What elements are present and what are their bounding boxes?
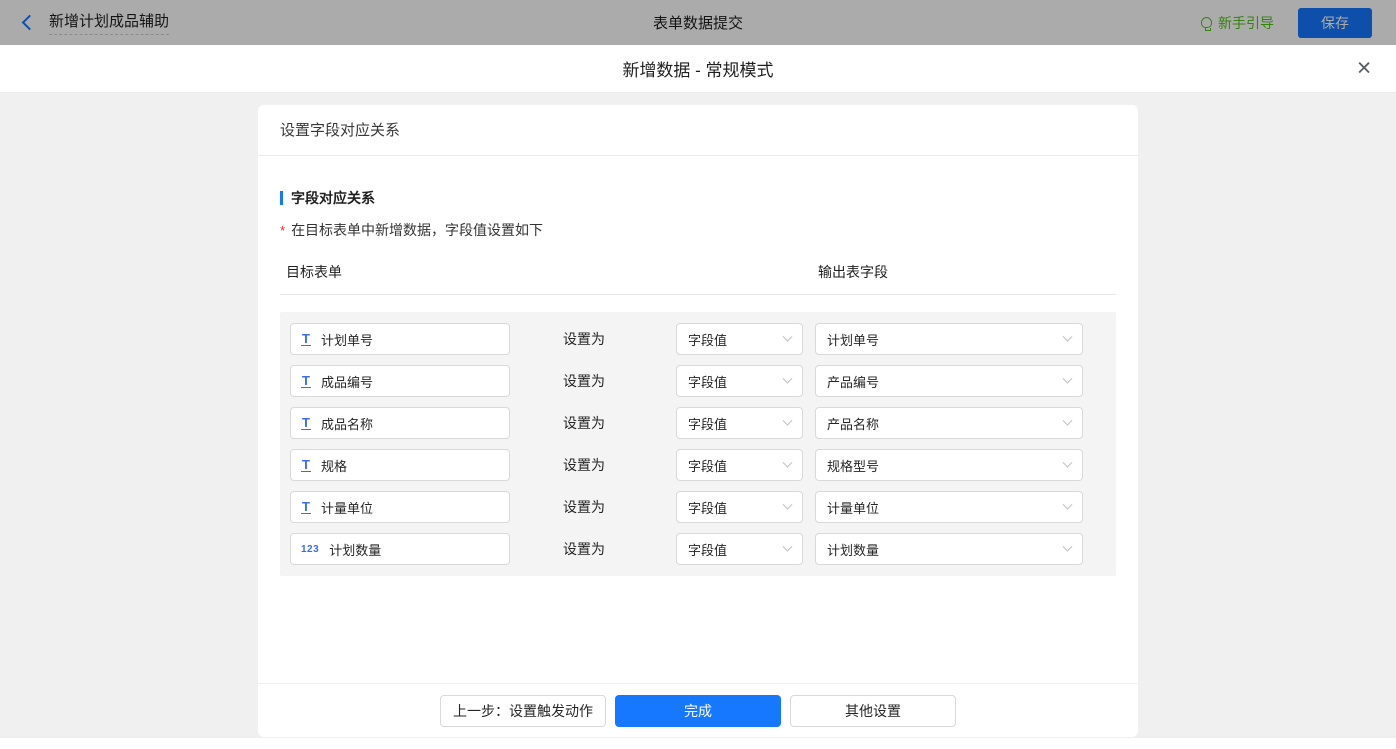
mapping-row: T 规格 设置为 字段值 规格型号: [290, 449, 1116, 481]
close-icon[interactable]: ✕: [1356, 59, 1372, 78]
chevron-down-icon: [783, 499, 793, 509]
target-field-box[interactable]: T 计量单位: [290, 491, 510, 523]
output-field-select[interactable]: 规格型号: [815, 449, 1083, 481]
output-field-select-value: 计量单位: [827, 498, 1064, 517]
number-field-icon: 123: [301, 544, 319, 555]
column-output-fields: 输出表字段: [818, 262, 888, 282]
value-mode-select-value: 字段值: [688, 414, 784, 433]
card-footer: 上一步：设置触发动作 完成 其他设置: [258, 683, 1138, 737]
target-field-box[interactable]: T 成品名称: [290, 407, 510, 439]
mapping-row: T 计量单位 设置为 字段值 计量单位: [290, 491, 1116, 523]
value-mode-select[interactable]: 字段值: [676, 365, 803, 397]
value-mode-select-value: 字段值: [688, 456, 784, 475]
text-field-icon: T: [301, 459, 311, 472]
chevron-down-icon: [783, 373, 793, 383]
mapping-row: T 成品名称 设置为 字段值 产品名称: [290, 407, 1116, 439]
set-as-label: 设置为: [563, 413, 613, 433]
value-mode-select-value: 字段值: [688, 498, 784, 517]
text-field-icon: T: [301, 501, 311, 514]
dialog-title: 新增数据 - 常规模式: [622, 56, 773, 81]
target-field-box[interactable]: 123 计划数量: [290, 533, 510, 565]
bottom-strip: [0, 738, 1396, 749]
required-note-text: 在目标表单中新增数据，字段值设置如下: [291, 222, 543, 238]
target-field-label: 计划数量: [329, 540, 381, 559]
save-button[interactable]: 保存: [1298, 8, 1372, 38]
other-settings-button[interactable]: 其他设置: [790, 695, 956, 727]
value-mode-select[interactable]: 字段值: [676, 407, 803, 439]
chevron-down-icon: [783, 541, 793, 551]
text-field-icon: T: [301, 417, 311, 430]
prev-step-button[interactable]: 上一步：设置触发动作: [440, 695, 606, 727]
mapping-panel: T计划单号设置为字段值计划单号T成品编号设置为字段值产品编号T成品名称设置为字段…: [280, 312, 1116, 576]
target-field-box[interactable]: T 成品编号: [290, 365, 510, 397]
column-target-form: 目标表单: [286, 262, 818, 282]
chevron-down-icon: [1063, 331, 1073, 341]
dialog-body: 设置字段对应关系 字段对应关系 * 在目标表单中新增数据，字段值设置如下 目标表单…: [0, 93, 1396, 738]
card-content: 字段对应关系 *在目标表单中新增数据，字段值设置如下 目标表单 输出表字段 T计…: [258, 156, 1138, 683]
output-field-select[interactable]: 计量单位: [815, 491, 1083, 523]
target-field-box[interactable]: T 规格: [290, 449, 510, 481]
target-field-label: 成品编号: [321, 372, 373, 391]
mapping-row: T 计划单号 设置为 字段值 计划单号: [290, 323, 1116, 355]
output-field-select[interactable]: 产品编号: [815, 365, 1083, 397]
set-as-label: 设置为: [563, 497, 613, 517]
chevron-down-icon: [1063, 457, 1073, 467]
output-field-select[interactable]: 计划单号: [815, 323, 1083, 355]
page-title: 表单数据提交: [0, 12, 1396, 33]
target-field-box[interactable]: T 计划单号: [290, 323, 510, 355]
target-field-label: 计量单位: [321, 498, 373, 517]
required-note: * 在目标表单中新增数据，字段值设置如下: [280, 220, 1116, 240]
section-title: 字段对应关系: [280, 188, 1116, 208]
lightbulb-icon: [1201, 17, 1212, 28]
output-field-select-value: 计划单号: [827, 330, 1064, 349]
output-field-select-value: 产品名称: [827, 414, 1064, 433]
value-mode-select-value: 字段值: [688, 540, 784, 559]
chevron-down-icon: [783, 331, 793, 341]
output-field-select-value: 规格型号: [827, 456, 1064, 475]
output-field-select[interactable]: 计划数量: [815, 533, 1083, 565]
value-mode-select[interactable]: 字段值: [676, 491, 803, 523]
beginner-guide-link[interactable]: 新手引导: [1201, 13, 1274, 33]
value-mode-select-value: 字段值: [688, 330, 784, 349]
dialog-header: 新增数据 - 常规模式 ✕: [0, 45, 1396, 93]
set-as-label: 设置为: [563, 455, 613, 475]
set-as-label: 设置为: [563, 371, 613, 391]
set-as-label: 设置为: [563, 539, 613, 559]
chevron-down-icon: [783, 457, 793, 467]
required-asterisk: *: [280, 223, 285, 238]
target-field-label: 规格: [321, 456, 347, 475]
value-mode-select[interactable]: 字段值: [676, 449, 803, 481]
value-mode-select[interactable]: 字段值: [676, 323, 803, 355]
topbar: 新增计划成品辅助 表单数据提交 新手引导 保存: [0, 0, 1396, 45]
text-field-icon: T: [301, 333, 311, 346]
card-header: 设置字段对应关系: [258, 105, 1138, 156]
mapping-row: 123 计划数量 设置为 字段值 计划数量: [290, 533, 1116, 565]
value-mode-select[interactable]: 字段值: [676, 533, 803, 565]
chevron-down-icon: [1063, 499, 1073, 509]
output-field-select-value: 计划数量: [827, 540, 1064, 559]
target-field-label: 成品名称: [321, 414, 373, 433]
chevron-down-icon: [1063, 373, 1073, 383]
chevron-down-icon: [1063, 415, 1073, 425]
output-field-select[interactable]: 产品名称: [815, 407, 1083, 439]
guide-label: 新手引导: [1218, 13, 1274, 33]
mapping-row: T 成品编号 设置为 字段值 产品编号: [290, 365, 1116, 397]
target-field-label: 计划单号: [321, 330, 373, 349]
section-title-label: 字段对应关系: [291, 188, 375, 208]
chevron-down-icon: [1063, 541, 1073, 551]
column-headers: 目标表单 输出表字段: [280, 262, 1116, 295]
text-field-icon: T: [301, 375, 311, 388]
field-mapping-card: 设置字段对应关系 字段对应关系 * 在目标表单中新增数据，字段值设置如下 目标表单…: [258, 105, 1138, 737]
set-as-label: 设置为: [563, 329, 613, 349]
value-mode-select-value: 字段值: [688, 372, 784, 391]
section-accent-bar: [280, 191, 283, 205]
chevron-down-icon: [783, 415, 793, 425]
done-button[interactable]: 完成: [615, 695, 781, 727]
output-field-select-value: 产品编号: [827, 372, 1064, 391]
